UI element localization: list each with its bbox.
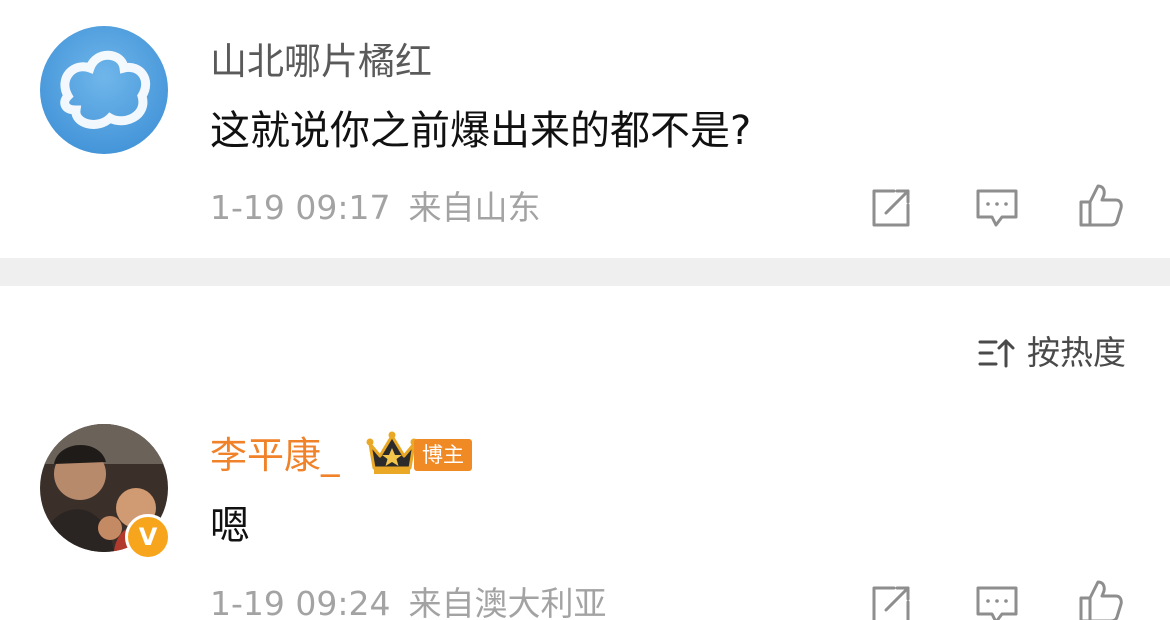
sort-label: 按热度 (1027, 333, 1126, 372)
username[interactable]: 山北哪片橘红 (210, 40, 432, 84)
verified-icon: V (125, 514, 171, 560)
comment-location: 来自山东 (408, 188, 541, 227)
section-divider (0, 258, 1170, 286)
blogger-badge: 博主 (414, 439, 472, 471)
username[interactable]: 李平康_ (210, 434, 340, 478)
like-icon[interactable] (1078, 182, 1124, 228)
share-icon[interactable] (868, 582, 914, 620)
comment-date: 1-19 09:24 (210, 584, 391, 620)
comment-icon[interactable] (974, 582, 1020, 620)
sort-toggle[interactable]: 按热度 (977, 333, 1126, 373)
avatar[interactable] (40, 26, 168, 154)
share-icon[interactable] (868, 185, 914, 231)
comment-meta: 1-19 09:17 来自山东 (210, 188, 541, 228)
comment-location: 来自澳大利亚 (408, 584, 607, 620)
sort-icon (977, 336, 1027, 370)
comment-text: 嗯 (210, 503, 250, 549)
comment-icon[interactable] (974, 185, 1020, 231)
crown-icon[interactable] (366, 430, 418, 480)
like-icon[interactable] (1078, 578, 1124, 620)
comment-list: 山北哪片橘红 这就说你之前爆出来的都不是? 1-19 09:17 来自山东 按热… (0, 0, 1170, 620)
user-badges: 博主 (366, 430, 472, 480)
comment-text: 这就说你之前爆出来的都不是? (210, 108, 752, 154)
comment-date: 1-19 09:17 (210, 188, 391, 227)
comment-meta: 1-19 09:24 来自澳大利亚 (210, 584, 607, 620)
